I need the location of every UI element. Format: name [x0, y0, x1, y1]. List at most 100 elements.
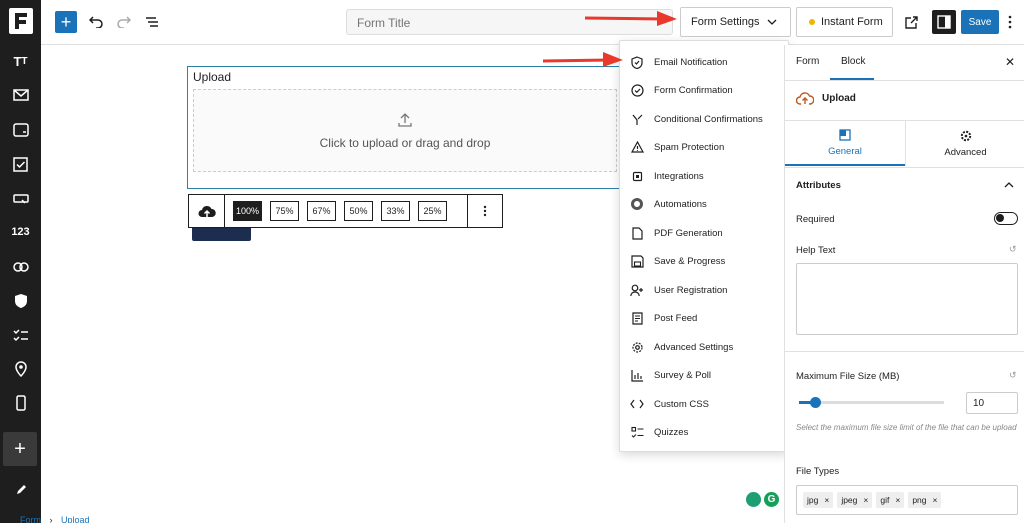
gear-icon — [960, 130, 971, 141]
menu-item-email-notification[interactable]: Email Notification — [620, 51, 790, 73]
instant-form-button[interactable]: Instant Form — [796, 7, 893, 37]
breadcrumb-current[interactable]: Upload — [61, 515, 90, 523]
menu-item-post-feed[interactable]: Post Feed — [620, 307, 790, 329]
block-header: Upload — [796, 92, 856, 105]
external-link-icon[interactable] — [901, 12, 921, 32]
tab-form[interactable]: Form — [796, 56, 819, 67]
instant-form-label: Instant Form — [821, 16, 883, 28]
remove-icon[interactable]: × — [933, 495, 938, 505]
slider-handle[interactable] — [809, 397, 821, 408]
width-option[interactable]: 67% — [307, 201, 336, 221]
menu-item-integrations[interactable]: Integrations — [620, 165, 790, 187]
remove-icon[interactable]: × — [824, 495, 829, 505]
menu-item-survey-poll[interactable]: Survey & Poll — [620, 364, 790, 386]
upload-label: Upload — [193, 70, 232, 84]
divider — [785, 167, 1024, 168]
tab-block[interactable]: Block — [841, 56, 865, 67]
status-dot-icon — [809, 19, 815, 25]
file-type-tag[interactable]: jpg × — [803, 492, 834, 508]
undo-icon[interactable] — [86, 12, 106, 32]
max-size-input[interactable]: 10 — [966, 392, 1018, 414]
mail-icon[interactable] — [0, 82, 41, 108]
menu-item-user-registration[interactable]: User Registration — [620, 279, 790, 301]
width-option[interactable]: 100% — [233, 201, 262, 221]
list-view-icon[interactable] — [142, 12, 162, 32]
form-settings-button[interactable]: Form Settings — [680, 7, 791, 37]
menu-item-conditional-confirmations[interactable]: Conditional Confirmations — [620, 108, 790, 130]
form-settings-label: Form Settings — [691, 16, 760, 28]
block-type-button[interactable] — [189, 195, 225, 227]
max-size-slider[interactable] — [799, 397, 944, 408]
help-text-field[interactable] — [796, 263, 1018, 335]
pencil-icon[interactable] — [0, 477, 41, 503]
menu-item-form-confirmation[interactable]: Form Confirmation — [620, 79, 790, 101]
bulb-icon[interactable] — [746, 492, 761, 507]
shield-check-icon — [620, 55, 654, 69]
menu-item-custom-css[interactable]: Custom CSS — [620, 393, 790, 415]
mobile-icon[interactable] — [0, 390, 41, 416]
width-selector: 100% 75% 67% 50% 33% 25% — [225, 195, 468, 227]
left-rail: TT 123 + — [0, 0, 41, 523]
subtab-general[interactable]: General — [785, 121, 905, 166]
menu-item-quizzes[interactable]: Quizzes — [620, 421, 790, 443]
remove-icon[interactable]: × — [895, 495, 900, 505]
section-attributes[interactable]: Attributes — [796, 180, 841, 191]
close-icon[interactable]: ✕ — [1005, 55, 1015, 69]
number-icon[interactable]: 123 — [0, 219, 41, 245]
reset-icon[interactable]: ↺ — [1009, 244, 1017, 255]
link-icon[interactable] — [0, 254, 41, 280]
width-option[interactable]: 50% — [344, 201, 373, 221]
top-toolbar: + Form Title Form Settings Instant Form … — [41, 0, 1024, 45]
bar-chart-icon — [620, 369, 654, 382]
width-option[interactable]: 75% — [270, 201, 299, 221]
chip-icon — [620, 170, 654, 183]
menu-item-automations[interactable]: Automations — [620, 193, 790, 215]
subtab-advanced[interactable]: Advanced — [905, 121, 1024, 166]
toggle-sidebar-button[interactable] — [932, 10, 956, 34]
breadcrumb-root[interactable]: Form — [20, 515, 41, 523]
checklist-icon[interactable] — [0, 322, 41, 348]
upload-block[interactable]: Upload Click to upload or drag and drop — [187, 66, 623, 189]
menu-item-advanced-settings[interactable]: Advanced Settings — [620, 336, 790, 358]
width-option[interactable]: 33% — [381, 201, 410, 221]
form-settings-menu: Email Notification Form Confirmation Con… — [619, 40, 789, 452]
file-types-field[interactable]: jpg × jpeg × gif × png × — [796, 485, 1018, 515]
sidebar-icon — [937, 15, 951, 29]
app-root: TT 123 + + Form Title Form Settings Inst… — [0, 0, 1024, 523]
menu-item-spam-protection[interactable]: Spam Protection — [620, 136, 790, 158]
branch-icon — [620, 113, 654, 126]
redo-icon[interactable] — [114, 12, 134, 32]
save-button[interactable]: Save — [961, 10, 999, 34]
reset-icon[interactable]: ↺ — [1009, 370, 1017, 381]
add-block-icon[interactable]: + — [3, 432, 37, 466]
more-options-icon[interactable] — [1005, 12, 1015, 32]
chevron-up-icon[interactable] — [1004, 181, 1014, 188]
input-icon[interactable] — [0, 117, 41, 143]
remove-icon[interactable]: × — [863, 495, 868, 505]
checkbox-icon[interactable] — [0, 151, 41, 177]
upload-dropzone[interactable]: Click to upload or drag and drop — [193, 89, 617, 172]
text-icon[interactable]: TT — [0, 48, 41, 74]
save-icon — [620, 254, 654, 268]
divider — [785, 80, 1024, 81]
required-toggle[interactable] — [994, 212, 1018, 225]
file-type-tag[interactable]: png × — [908, 492, 942, 508]
upload-icon — [398, 112, 412, 127]
logo-icon[interactable] — [9, 8, 33, 34]
file-type-tag[interactable]: jpeg × — [837, 492, 873, 508]
assistant-icons: G — [746, 492, 779, 507]
menu-item-pdf-generation[interactable]: PDF Generation — [620, 222, 790, 244]
required-label: Required — [796, 214, 835, 225]
grammarly-icon[interactable]: G — [764, 492, 779, 507]
warning-icon — [620, 141, 654, 153]
add-block-button[interactable]: + — [55, 11, 77, 33]
code-icon — [620, 399, 654, 409]
width-option[interactable]: 25% — [418, 201, 447, 221]
shield-icon[interactable] — [0, 288, 41, 314]
location-icon[interactable] — [0, 356, 41, 382]
menu-item-save-progress[interactable]: Save & Progress — [620, 250, 790, 272]
button-icon[interactable] — [0, 186, 41, 212]
help-text-label: Help Text — [796, 245, 836, 256]
file-type-tag[interactable]: gif × — [876, 492, 905, 508]
block-more-icon[interactable] — [468, 205, 502, 217]
